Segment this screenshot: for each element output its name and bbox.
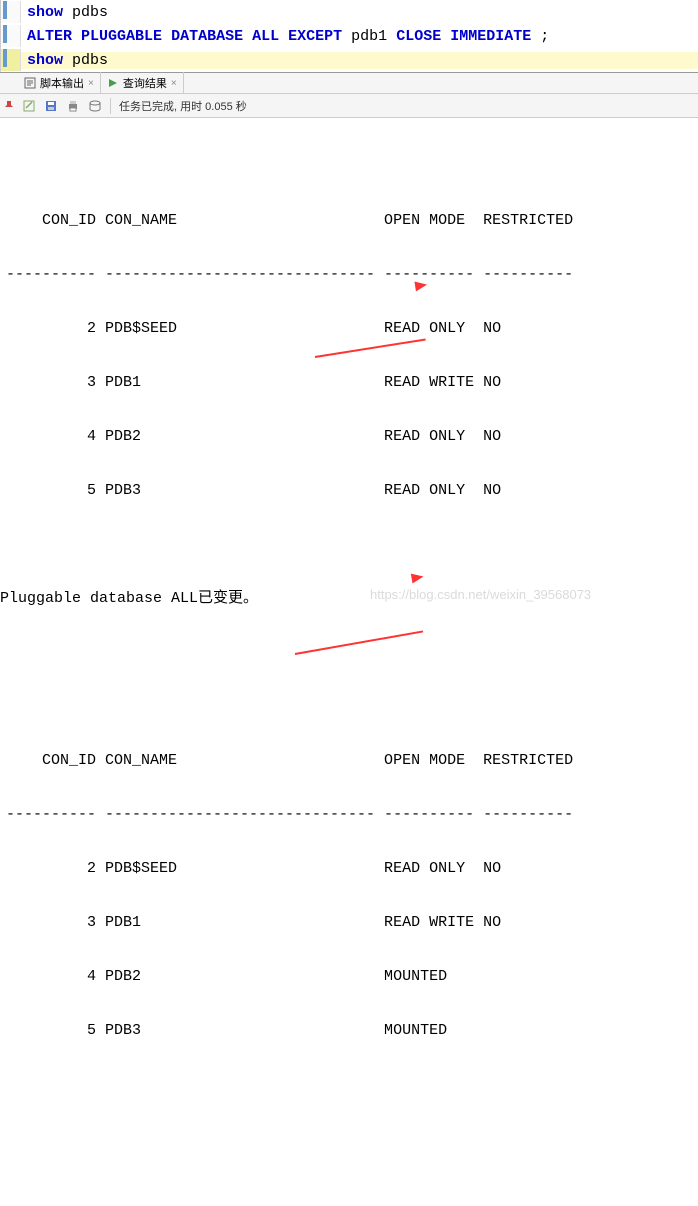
sql-line-2[interactable]: ALTER PLUGGABLE DATABASE ALL EXCEPT pdb1… [1, 24, 698, 48]
clear-icon[interactable] [21, 98, 37, 114]
table-row: 4 PDB2 MOUNTED [6, 963, 692, 990]
table-row: 4 PDB2 READ ONLY NO [6, 423, 692, 450]
table-row: 5 PDB3 MOUNTED [6, 1017, 692, 1044]
identifier-pdb1: pdb1 [351, 28, 387, 45]
table-header: CON_ID CON_NAME OPEN MODE RESTRICTED [6, 747, 692, 774]
output-tabs-bar: 脚本输出 × 查询结果 × [0, 72, 698, 94]
script-output-panel[interactable]: CON_ID CON_NAME OPEN MODE RESTRICTED ---… [0, 118, 698, 1206]
table-row: 5 PDB3 READ ONLY NO [6, 477, 692, 504]
keyword-show: show [27, 4, 63, 21]
script-output-icon [24, 77, 36, 89]
sql-editor[interactable]: show pdbs ALTER PLUGGABLE DATABASE ALL E… [0, 0, 698, 72]
table-header: CON_ID CON_NAME OPEN MODE RESTRICTED [6, 207, 692, 234]
status-text: 任务已完成, 用时 0.055 秒 [119, 98, 247, 114]
annotation-arrow-icon [306, 285, 434, 411]
table-divider: ---------- -----------------------------… [6, 801, 692, 828]
keyword-all: ALL [252, 28, 279, 45]
semicolon: ; [540, 28, 549, 45]
keyword-pluggable: PLUGGABLE [81, 28, 162, 45]
keyword-close: CLOSE [396, 28, 441, 45]
buffer-icon[interactable] [87, 98, 103, 114]
keyword-pdbs: pdbs [72, 52, 108, 69]
keyword-except: EXCEPT [288, 28, 342, 45]
tab-label: 脚本输出 [40, 75, 84, 91]
close-icon[interactable]: × [171, 78, 177, 89]
sql-line-3[interactable]: show pdbs [1, 48, 698, 72]
tab-script-output[interactable]: 脚本输出 × [18, 72, 101, 94]
pin-icon[interactable] [0, 100, 18, 112]
tab-query-result[interactable]: 查询结果 × [101, 72, 184, 94]
sql-line-1[interactable]: show pdbs [1, 0, 698, 24]
table-row: 2 PDB$SEED READ ONLY NO [6, 855, 692, 882]
keyword-show: show [27, 52, 63, 69]
tab-label: 查询结果 [123, 75, 167, 91]
keyword-immediate: IMMEDIATE [450, 28, 531, 45]
keyword-alter: ALTER [27, 28, 72, 45]
keyword-pdbs: pdbs [72, 4, 108, 21]
keyword-database: DATABASE [171, 28, 243, 45]
table-row: 3 PDB1 READ WRITE NO [6, 909, 692, 936]
output-line [6, 153, 692, 180]
output-toolbar: 任务已完成, 用时 0.055 秒 [0, 94, 698, 118]
table-divider: ---------- -----------------------------… [6, 261, 692, 288]
play-icon [107, 77, 119, 89]
save-icon[interactable] [43, 98, 59, 114]
close-icon[interactable]: × [88, 78, 94, 89]
output-line [6, 531, 692, 558]
print-icon[interactable] [65, 98, 81, 114]
